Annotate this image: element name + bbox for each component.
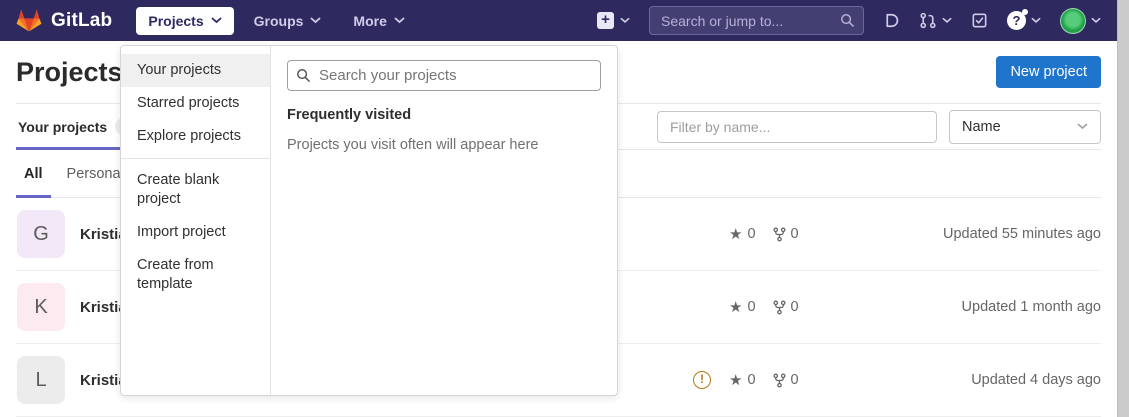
help-menu-button[interactable]: ? xyxy=(1007,11,1041,30)
plus-icon: + xyxy=(597,12,614,29)
user-avatar xyxy=(1060,8,1086,34)
fork-count[interactable]: 0 xyxy=(773,372,799,388)
merge-requests-button[interactable] xyxy=(919,12,952,29)
menu-item-import-project[interactable]: Import project xyxy=(121,216,270,249)
gitlab-logo[interactable]: GitLab xyxy=(16,8,112,33)
tab-personal-label: Personal xyxy=(67,166,124,182)
fork-icon xyxy=(773,227,786,242)
page-title: Projects xyxy=(16,57,123,88)
search-icon xyxy=(840,13,855,28)
star-count[interactable]: ★ 0 xyxy=(729,226,756,242)
star-count-value: 0 xyxy=(747,299,755,315)
project-avatar: L xyxy=(17,356,65,404)
todo-check-icon xyxy=(971,12,988,29)
projects-dropdown-menu: Your projects Starred projects Explore p… xyxy=(121,46,271,395)
merge-request-icon xyxy=(919,12,937,29)
tab-all[interactable]: All xyxy=(16,150,51,197)
tab-all-label: All xyxy=(24,166,43,182)
tab-your-projects-label: Your projects xyxy=(18,119,107,135)
menu-divider xyxy=(121,158,270,159)
new-menu-button[interactable]: + xyxy=(597,12,630,29)
star-icon: ★ xyxy=(729,300,742,315)
chevron-down-icon xyxy=(1091,17,1101,24)
star-icon: ★ xyxy=(729,227,742,242)
new-project-button[interactable]: New project xyxy=(996,56,1101,88)
notification-dot xyxy=(1022,9,1028,15)
chevron-down-icon xyxy=(942,17,952,24)
user-menu-button[interactable] xyxy=(1060,8,1101,34)
menu-item-explore-projects[interactable]: Explore projects xyxy=(121,120,270,153)
project-avatar: G xyxy=(17,210,65,258)
tanuki-icon xyxy=(16,8,42,33)
page-scrollbar[interactable] xyxy=(1117,0,1129,417)
star-count[interactable]: ★ 0 xyxy=(729,299,756,315)
star-count-value: 0 xyxy=(747,372,755,388)
updated-timestamp: Updated 55 minutes ago xyxy=(943,226,1101,242)
frequently-visited-empty-message: Projects you visit often will appear her… xyxy=(287,137,601,153)
global-search[interactable] xyxy=(649,6,864,35)
dropdown-search-input[interactable] xyxy=(287,60,601,91)
fork-count-value: 0 xyxy=(791,372,799,388)
issues-icon xyxy=(883,12,900,29)
projects-dropdown: Your projects Starred projects Explore p… xyxy=(120,45,618,396)
star-count-value: 0 xyxy=(747,226,755,242)
fork-count-value: 0 xyxy=(791,226,799,242)
chevron-down-icon xyxy=(211,17,222,24)
brand-name: GitLab xyxy=(51,10,112,32)
menu-item-starred-projects[interactable]: Starred projects xyxy=(121,87,270,120)
fork-count[interactable]: 0 xyxy=(773,299,799,315)
dropdown-search[interactable] xyxy=(287,60,601,91)
warning-icon: ! xyxy=(693,371,711,389)
updated-timestamp: Updated 4 days ago xyxy=(971,372,1101,388)
sort-select-value: Name xyxy=(962,119,1001,135)
star-count[interactable]: ★ 0 xyxy=(729,372,756,388)
nav-more[interactable]: More xyxy=(341,7,416,35)
project-stats: ★ 0 0 xyxy=(729,299,799,315)
nav-projects[interactable]: Projects xyxy=(136,7,233,35)
chevron-down-icon xyxy=(394,17,405,24)
todos-button[interactable] xyxy=(971,12,988,29)
chevron-down-icon xyxy=(310,17,321,24)
chevron-down-icon xyxy=(620,17,630,24)
nav-more-label: More xyxy=(353,13,386,29)
projects-dropdown-panel: Frequently visited Projects you visit of… xyxy=(271,46,617,395)
fork-count-value: 0 xyxy=(791,299,799,315)
project-stats: ★ 0 0 xyxy=(729,226,799,242)
fork-icon xyxy=(773,300,786,315)
project-avatar: K xyxy=(17,283,65,331)
global-search-input[interactable] xyxy=(649,6,864,35)
chevron-down-icon xyxy=(1031,17,1041,24)
nav-groups[interactable]: Groups xyxy=(242,7,334,35)
menu-item-create-blank-project[interactable]: Create blank project xyxy=(121,164,270,216)
star-icon: ★ xyxy=(729,373,742,388)
search-icon xyxy=(296,68,311,83)
filter-by-name-input[interactable] xyxy=(657,111,937,143)
project-stats: ★ 0 0 xyxy=(729,372,799,388)
menu-item-create-from-template[interactable]: Create from template xyxy=(121,249,270,301)
frequently-visited-title: Frequently visited xyxy=(287,107,601,123)
fork-count[interactable]: 0 xyxy=(773,226,799,242)
chevron-down-icon xyxy=(1077,123,1088,130)
sort-select[interactable]: Name xyxy=(949,110,1101,144)
fork-icon xyxy=(773,373,786,388)
nav-projects-label: Projects xyxy=(148,13,203,29)
top-navbar: GitLab Projects Groups More + xyxy=(0,0,1117,41)
issues-button[interactable] xyxy=(883,12,900,29)
updated-timestamp: Updated 1 month ago xyxy=(962,299,1101,315)
menu-item-your-projects[interactable]: Your projects xyxy=(121,54,270,87)
nav-groups-label: Groups xyxy=(254,13,304,29)
